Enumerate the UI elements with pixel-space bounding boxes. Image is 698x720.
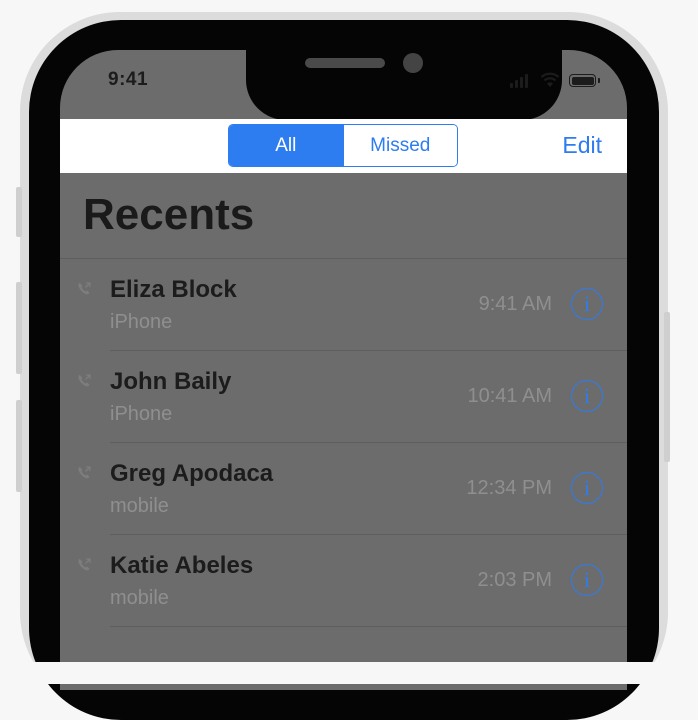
outgoing-call-icon xyxy=(78,466,91,479)
recents-list: Eliza Block iPhone 9:41 AM i John Baily … xyxy=(60,259,627,627)
side-button-silent xyxy=(16,187,22,237)
contact-name: Eliza Block xyxy=(110,276,237,303)
call-time: 9:41 AM xyxy=(478,293,552,315)
recent-call-row[interactable]: John Baily iPhone 10:41 AM i xyxy=(60,351,627,443)
contact-name: John Baily xyxy=(110,368,232,395)
info-icon[interactable]: i xyxy=(571,564,603,596)
status-time: 9:41 xyxy=(108,69,149,90)
contact-name: Katie Abeles xyxy=(110,552,254,579)
segment-missed[interactable]: Missed xyxy=(342,125,457,166)
segment-all[interactable]: All xyxy=(229,125,343,166)
front-camera xyxy=(403,53,423,73)
phone-type: mobile xyxy=(110,587,169,609)
segmented-control: All Missed xyxy=(228,124,458,167)
call-time: 12:34 PM xyxy=(466,477,552,499)
battery-icon xyxy=(569,74,600,87)
wifi-icon xyxy=(540,72,560,87)
edit-button[interactable]: Edit xyxy=(562,132,602,159)
page-bottom-edge xyxy=(0,662,698,684)
side-button-volume-down xyxy=(16,400,22,492)
side-button-volume-up xyxy=(16,282,22,374)
recent-call-row[interactable]: Katie Abeles mobile 2:03 PM i xyxy=(60,535,627,627)
speaker-grille xyxy=(305,58,385,68)
outgoing-call-icon xyxy=(78,282,91,295)
outgoing-call-icon xyxy=(78,374,91,387)
navigation-bar: All Missed Edit xyxy=(60,119,627,173)
call-time: 2:03 PM xyxy=(477,569,552,591)
recent-call-row[interactable]: Eliza Block iPhone 9:41 AM i xyxy=(60,259,627,351)
recent-call-row[interactable]: Greg Apodaca mobile 12:34 PM i xyxy=(60,443,627,535)
page-title: Recents xyxy=(83,190,255,239)
contact-name: Greg Apodaca xyxy=(110,460,274,487)
outgoing-call-icon xyxy=(78,558,91,571)
info-icon[interactable]: i xyxy=(571,472,603,504)
info-icon[interactable]: i xyxy=(571,380,603,412)
row-divider xyxy=(110,626,627,627)
phone-type: iPhone xyxy=(110,403,173,425)
phone-type: mobile xyxy=(110,495,169,517)
info-icon[interactable]: i xyxy=(571,288,603,320)
phone-type: iPhone xyxy=(110,311,173,333)
call-time: 10:41 AM xyxy=(467,385,552,407)
side-button-power xyxy=(664,312,670,462)
